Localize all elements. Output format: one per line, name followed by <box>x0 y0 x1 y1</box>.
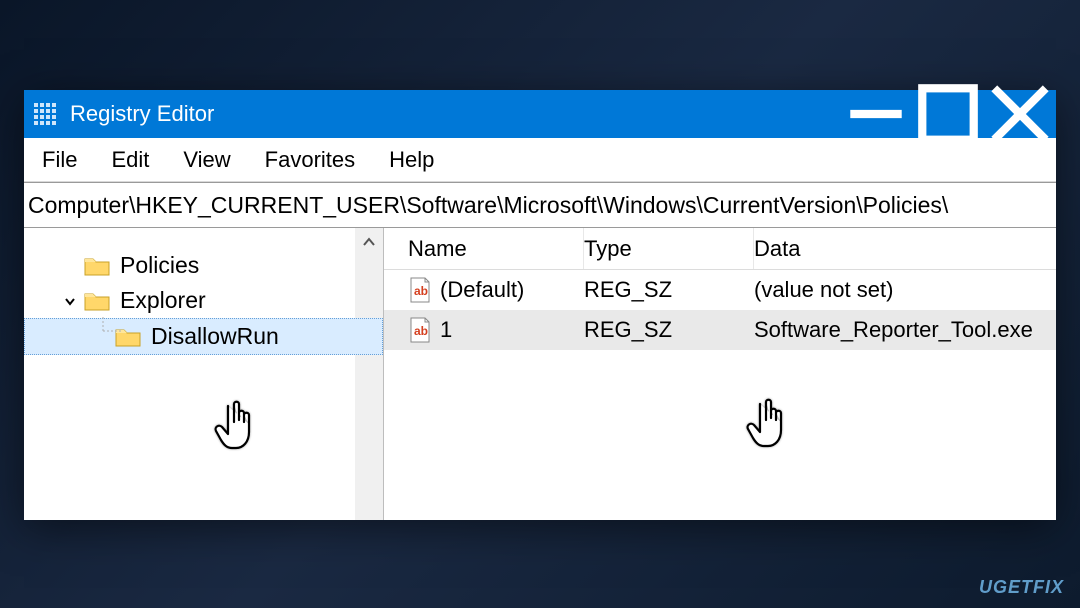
tree-label: Explorer <box>120 287 206 314</box>
folder-icon <box>84 290 110 312</box>
menubar: File Edit View Favorites Help <box>24 138 1056 182</box>
registry-editor-window: Registry Editor File Edit View Favorites… <box>24 90 1056 520</box>
minimize-button[interactable] <box>840 90 912 138</box>
menu-file[interactable]: File <box>42 147 77 173</box>
menu-help[interactable]: Help <box>389 147 434 173</box>
window-title: Registry Editor <box>70 101 214 127</box>
value-name: 1 <box>440 317 452 343</box>
list-row[interactable]: ab 1 REG_SZ Software_Reporter_Tool.exe <box>384 310 1056 350</box>
scroll-up-button[interactable] <box>355 228 383 256</box>
value-list-panel: Name Type Data ab (Default) REG_SZ (valu… <box>384 228 1056 520</box>
menu-edit[interactable]: Edit <box>111 147 149 173</box>
window-controls <box>840 90 1056 138</box>
svg-text:ab: ab <box>414 284 428 298</box>
value-type: REG_SZ <box>584 277 754 303</box>
string-icon: ab <box>408 317 432 343</box>
value-data: Software_Reporter_Tool.exe <box>754 317 1056 343</box>
address-bar[interactable]: Computer\HKEY_CURRENT_USER\Software\Micr… <box>24 182 1056 228</box>
close-button[interactable] <box>984 90 1056 138</box>
tree-scrollbar[interactable] <box>355 256 383 520</box>
column-header-name[interactable]: Name <box>384 228 584 269</box>
content-area: Policies Explorer DisallowR <box>24 228 1056 520</box>
tree-item-disallowrun[interactable]: DisallowRun <box>24 318 383 355</box>
app-icon <box>34 103 56 125</box>
maximize-button[interactable] <box>912 90 984 138</box>
menu-view[interactable]: View <box>183 147 230 173</box>
tree-panel: Policies Explorer DisallowR <box>24 228 384 520</box>
value-name: (Default) <box>440 277 524 303</box>
collapse-icon[interactable] <box>60 294 80 308</box>
folder-icon <box>84 255 110 277</box>
column-header-data[interactable]: Data <box>754 228 1056 269</box>
value-type: REG_SZ <box>584 317 754 343</box>
string-icon: ab <box>408 277 432 303</box>
address-path: Computer\HKEY_CURRENT_USER\Software\Micr… <box>28 192 948 219</box>
watermark: UGETFIX <box>979 577 1064 598</box>
tree-item-explorer[interactable]: Explorer <box>24 283 383 318</box>
tree-label: Policies <box>120 252 199 279</box>
svg-text:ab: ab <box>414 324 428 338</box>
folder-icon <box>115 326 141 348</box>
list-row[interactable]: ab (Default) REG_SZ (value not set) <box>384 270 1056 310</box>
column-header-type[interactable]: Type <box>584 228 754 269</box>
menu-favorites[interactable]: Favorites <box>265 147 355 173</box>
tree-label: DisallowRun <box>151 323 279 350</box>
list-header: Name Type Data <box>384 228 1056 270</box>
titlebar[interactable]: Registry Editor <box>24 90 1056 138</box>
value-data: (value not set) <box>754 277 1056 303</box>
tree-item-policies[interactable]: Policies <box>24 248 383 283</box>
